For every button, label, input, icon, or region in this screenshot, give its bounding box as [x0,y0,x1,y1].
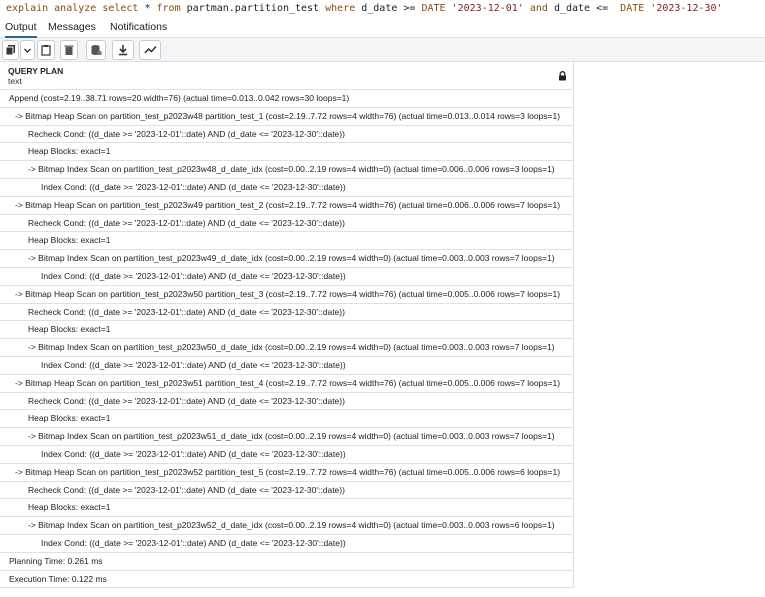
grid-rows: Append (cost=2.19..38.71 rows=20 width=7… [0,90,573,589]
table-row[interactable]: -> Bitmap Index Scan on partition_test_p… [0,428,573,446]
table-row[interactable]: Append (cost=2.19..38.71 rows=20 width=7… [0,90,573,108]
table-row[interactable]: -> Bitmap Heap Scan on partition_test_p2… [0,375,573,393]
sql-token: where [325,3,356,14]
table-row[interactable]: Index Cond: ((d_date >= '2023-12-01'::da… [0,357,573,375]
table-row[interactable]: Heap Blocks: exact=1 [0,410,573,429]
result-tabs: Output Messages Notifications [0,18,765,38]
sql-token: partman.partition_test [180,3,326,14]
sql-token: from [156,3,181,14]
table-row[interactable]: Heap Blocks: exact=1 [0,143,573,162]
table-row[interactable]: Recheck Cond: ((d_date >= '2023-12-01'::… [0,304,573,322]
trash-icon [64,45,74,55]
database-save-icon [91,45,102,55]
column-name: QUERY PLAN [8,66,64,76]
download-icon [119,45,127,56]
table-row[interactable]: -> Bitmap Heap Scan on partition_test_p2… [0,286,573,304]
sql-token: '2023-12-01' [451,3,524,14]
download-button[interactable] [112,40,134,60]
graph-button[interactable] [139,40,161,60]
tab-notifications[interactable]: Notifications [110,18,167,38]
line-chart-icon [143,45,157,54]
copy-options-dropdown[interactable] [20,40,35,60]
column-header-query-plan[interactable]: QUERY PLAN text [0,62,573,90]
table-row[interactable]: -> Bitmap Heap Scan on partition_test_p2… [0,464,573,482]
lock-icon [559,71,566,81]
table-row[interactable]: Recheck Cond: ((d_date >= '2023-12-01'::… [0,215,573,233]
query-plan-grid: QUERY PLAN text Append (cost=2.19..38.71… [0,62,574,589]
table-row[interactable]: Heap Blocks: exact=1 [0,499,573,518]
table-row[interactable]: Index Cond: ((d_date >= '2023-12-01'::da… [0,179,573,197]
sql-token: d_date <= [547,3,621,14]
table-row[interactable]: Recheck Cond: ((d_date >= '2023-12-01'::… [0,393,573,411]
save-data-button[interactable] [86,40,106,60]
sql-token: '2023-12-30' [650,3,723,14]
tab-messages[interactable]: Messages [48,18,96,38]
tab-output[interactable]: Output [5,18,37,38]
table-row[interactable]: Index Cond: ((d_date >= '2023-12-01'::da… [0,535,573,553]
sql-query-editor[interactable]: explain analyze select * from partman.pa… [0,0,765,18]
results-toolbar [0,38,765,62]
table-row[interactable]: Heap Blocks: exact=1 [0,321,573,340]
copy-button[interactable] [2,40,19,60]
chevron-down-icon [24,48,31,53]
sql-token: * [138,3,157,14]
table-row[interactable]: -> Bitmap Index Scan on partition_test_p… [0,250,573,268]
table-row[interactable]: Index Cond: ((d_date >= '2023-12-01'::da… [0,446,573,464]
sql-token: and [529,3,548,14]
table-row[interactable]: -> Bitmap Heap Scan on partition_test_p2… [0,197,573,215]
table-row[interactable]: Recheck Cond: ((d_date >= '2023-12-01'::… [0,126,573,144]
paste-button[interactable] [37,40,55,60]
copy-icon [5,45,15,56]
delete-button[interactable] [60,40,78,60]
sql-token: DATE [620,3,645,14]
sql-token: d_date >= [355,3,422,14]
clipboard-icon [41,45,51,56]
table-row[interactable]: Heap Blocks: exact=1 [0,232,573,251]
table-row[interactable]: -> Bitmap Index Scan on partition_test_p… [0,517,573,535]
table-row[interactable]: -> Bitmap Index Scan on partition_test_p… [0,161,573,179]
column-type: text [8,76,22,86]
table-row[interactable]: Recheck Cond: ((d_date >= '2023-12-01'::… [0,482,573,500]
table-row[interactable]: Planning Time: 0.261 ms [0,553,573,571]
table-row[interactable]: -> Bitmap Heap Scan on partition_test_p2… [0,108,573,126]
table-row[interactable]: Index Cond: ((d_date >= '2023-12-01'::da… [0,268,573,286]
sql-token: explain analyze select [6,3,139,14]
table-row[interactable]: -> Bitmap Index Scan on partition_test_p… [0,339,573,357]
table-row[interactable]: Execution Time: 0.122 ms [0,571,573,589]
sql-token: DATE [421,3,446,14]
